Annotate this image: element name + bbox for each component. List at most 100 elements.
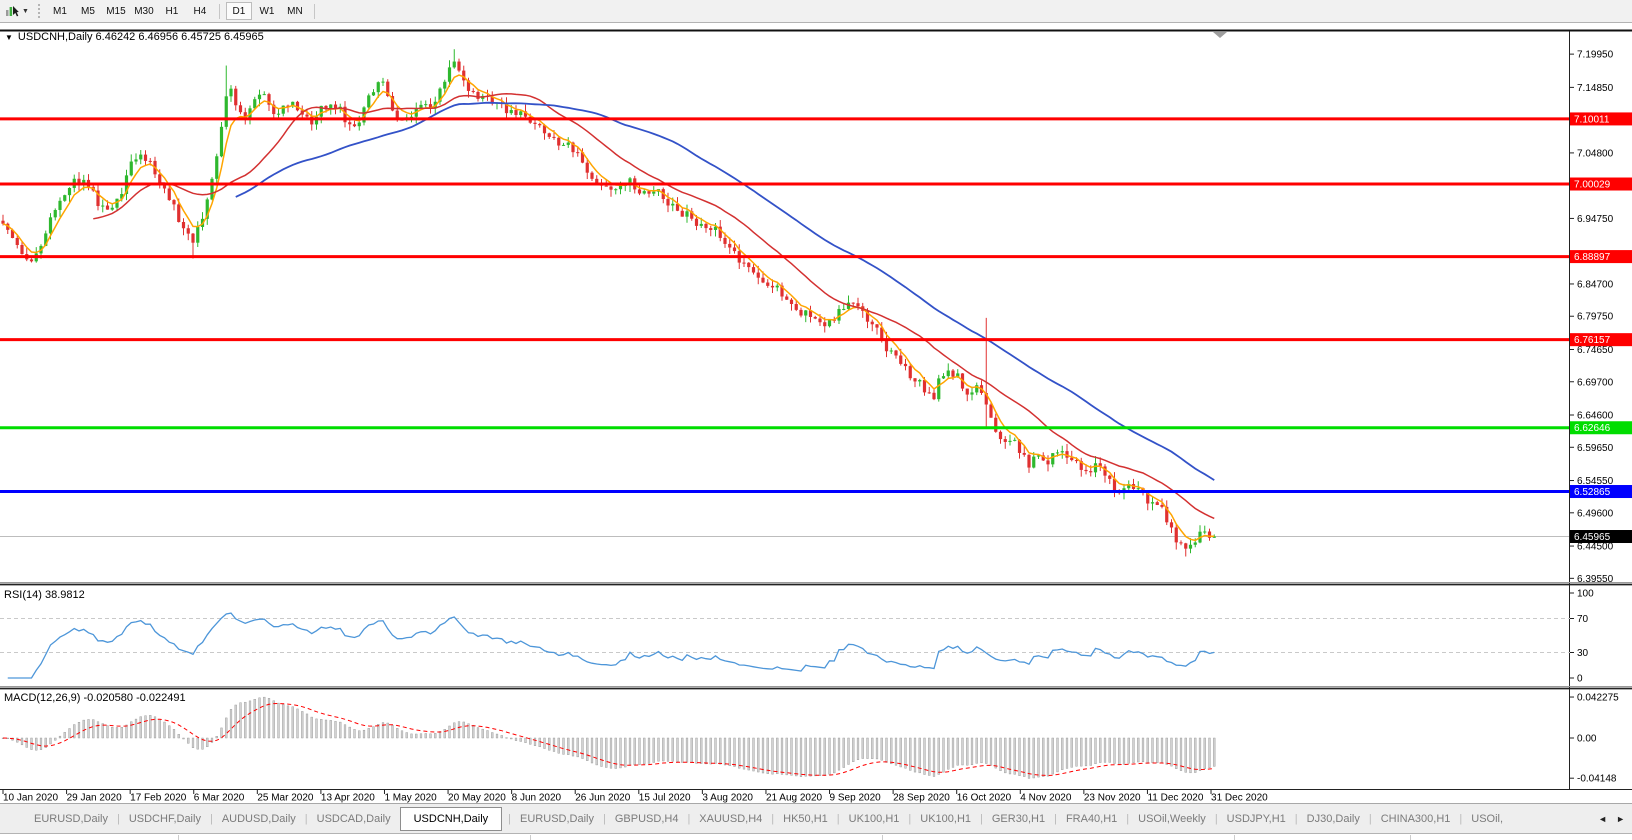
tab-usdchf-daily[interactable]: USDCHF,Daily <box>123 809 207 829</box>
tab-usdcnh-daily[interactable]: USDCNH,Daily <box>400 807 503 831</box>
timeframe-button-m1[interactable]: M1 <box>47 2 73 20</box>
tab-separator: | <box>302 813 311 825</box>
timeframe-toolbar: ▼ M1M5M15M30H1H4 D1W1MN <box>0 0 1632 23</box>
timeframe-button-h4[interactable]: H4 <box>187 2 213 20</box>
timeframe-button-w1[interactable]: W1 <box>254 2 280 20</box>
date-label: 4 Nov 2020 <box>1020 793 1072 804</box>
price-tag: 6.88897 <box>1574 252 1611 263</box>
panel-borders <box>0 31 1632 790</box>
tab-separator: | <box>207 813 216 825</box>
rsi-axis-label: 100 <box>1577 589 1594 600</box>
timeframe-button-m5[interactable]: M5 <box>75 2 101 20</box>
tab-ger30-h1[interactable]: GER30,H1 <box>986 809 1051 829</box>
statusbar-separator <box>178 835 179 840</box>
date-label: 20 May 2020 <box>448 793 506 804</box>
cursor-tool-glyph <box>5 4 19 18</box>
timeframe-button-h1[interactable]: H1 <box>159 2 185 20</box>
date-label: 15 Jul 2020 <box>639 793 691 804</box>
cursor-tool-icon[interactable] <box>3 3 21 19</box>
toolbar-separator <box>219 4 220 19</box>
tab-separator: | <box>1456 813 1465 825</box>
tab-separator: | <box>684 813 693 825</box>
date-label: 10 Jan 2020 <box>3 793 58 804</box>
tab-usoil-[interactable]: USOil, <box>1465 809 1509 829</box>
tab-separator: | <box>1366 813 1375 825</box>
date-label: 3 Aug 2020 <box>702 793 753 804</box>
rsi-axis-label: 70 <box>1577 614 1589 625</box>
toolbar-separator <box>314 4 315 19</box>
tab-usdjpy-h1[interactable]: USDJPY,H1 <box>1221 809 1292 829</box>
horizontal-lines-layer[interactable] <box>0 119 1570 492</box>
toolbar-grip[interactable] <box>38 4 40 18</box>
macd-label: MACD(12,26,9) -0.020580 -0.022491 <box>4 692 186 704</box>
timeframe-button-d1[interactable]: D1 <box>226 2 252 20</box>
price-tick-label: 6.39550 <box>1577 574 1614 585</box>
moving-averages-layer <box>3 75 1214 540</box>
tab-separator: | <box>505 813 514 825</box>
date-label: 29 Jan 2020 <box>67 793 122 804</box>
tab-separator: | <box>1051 813 1060 825</box>
price-tick-label: 6.49600 <box>1577 508 1614 519</box>
date-label: 6 Mar 2020 <box>194 793 245 804</box>
tab-gbpusd-h4[interactable]: GBPUSD,H4 <box>609 809 685 829</box>
tab-china300-h1[interactable]: CHINA300,H1 <box>1375 809 1457 829</box>
tab-separator: | <box>1212 813 1221 825</box>
tab-usdcad-daily[interactable]: USDCAD,Daily <box>311 809 397 829</box>
macd-axis-label: 0.042275 <box>1577 693 1619 704</box>
status-bar <box>0 833 1632 840</box>
chevron-down-icon[interactable]: ▼ <box>22 8 29 15</box>
statusbar-separator <box>1410 835 1411 840</box>
rsi-pane <box>0 613 1570 678</box>
macd-axis: 0.0422750.00-0.04148 <box>1570 693 1619 785</box>
date-label: 28 Sep 2020 <box>893 793 950 804</box>
date-axis: 10 Jan 202029 Jan 202017 Feb 20206 Mar 2… <box>3 790 1268 804</box>
tab-dj30-daily[interactable]: DJ30,Daily <box>1301 809 1366 829</box>
tab-xauusd-h4[interactable]: XAUUSD,H4 <box>693 809 768 829</box>
panel-resize-divider[interactable] <box>0 583 1632 689</box>
tab-separator: | <box>1123 813 1132 825</box>
price-tick-label: 6.79750 <box>1577 312 1614 323</box>
tab-hk50-h1[interactable]: HK50,H1 <box>777 809 834 829</box>
timeframe-button-m30[interactable]: M30 <box>131 2 157 20</box>
price-tag: 7.10011 <box>1574 114 1610 125</box>
tab-eurusd-daily[interactable]: EURUSD,Daily <box>28 809 114 829</box>
price-tag: 6.45965 <box>1574 532 1611 543</box>
date-label: 13 Apr 2020 <box>321 793 375 804</box>
tab-scroll-left-icon[interactable]: ◄ <box>1598 814 1607 824</box>
tab-audusd-daily[interactable]: AUDUSD,Daily <box>216 809 302 829</box>
date-label: 11 Dec 2020 <box>1147 793 1203 804</box>
price-tick-label: 6.84700 <box>1577 279 1614 290</box>
price-axis: 7.199507.148507.048006.947506.847006.797… <box>1570 50 1614 585</box>
timeframe-button-m15[interactable]: M15 <box>103 2 129 20</box>
date-label: 26 Jun 2020 <box>575 793 630 804</box>
candles-layer <box>1 49 1215 556</box>
price-tick-label: 7.14850 <box>1577 83 1614 94</box>
rsi-axis: 10070300 <box>1570 589 1594 685</box>
tab-uk100-h1[interactable]: UK100,H1 <box>843 809 906 829</box>
chart-title: ▼ USDCNH,Daily 6.46242 6.46956 6.45725 6… <box>5 31 264 43</box>
tab-scroll-buttons: ◄ ► <box>1591 804 1632 833</box>
tab-uk100-h1[interactable]: UK100,H1 <box>914 809 977 829</box>
chart-title-text: USDCNH,Daily 6.46242 6.46956 6.45725 6.4… <box>18 31 264 43</box>
tab-separator: | <box>905 813 914 825</box>
date-label: 23 Nov 2020 <box>1084 793 1141 804</box>
statusbar-separator <box>1234 835 1235 840</box>
date-label: 21 Aug 2020 <box>766 793 823 804</box>
tab-separator: | <box>114 813 123 825</box>
price-tick-label: 6.44500 <box>1577 542 1614 553</box>
timeframe-button-mn[interactable]: MN <box>282 2 308 20</box>
tab-fra40-h1[interactable]: FRA40,H1 <box>1060 809 1123 829</box>
tab-separator: | <box>600 813 609 825</box>
macd-axis-label: 0.00 <box>1577 734 1597 745</box>
tab-usoil-weekly[interactable]: USOil,Weekly <box>1132 809 1212 829</box>
price-tag: 6.62646 <box>1574 423 1611 434</box>
date-label: 16 Oct 2020 <box>957 793 1012 804</box>
chart-window: 7.199507.148507.048006.947506.847006.797… <box>0 23 1632 803</box>
tab-scroll-right-icon[interactable]: ► <box>1616 814 1625 824</box>
price-tick-label: 6.59650 <box>1577 443 1614 454</box>
tab-eurusd-daily[interactable]: EURUSD,Daily <box>514 809 600 829</box>
chart-canvas[interactable]: 7.199507.148507.048006.947506.847006.797… <box>0 23 1632 803</box>
window-divider-icon[interactable] <box>1213 32 1227 38</box>
collapse-triangle-icon[interactable]: ▼ <box>5 33 13 42</box>
price-tick-label: 6.69700 <box>1577 377 1614 388</box>
